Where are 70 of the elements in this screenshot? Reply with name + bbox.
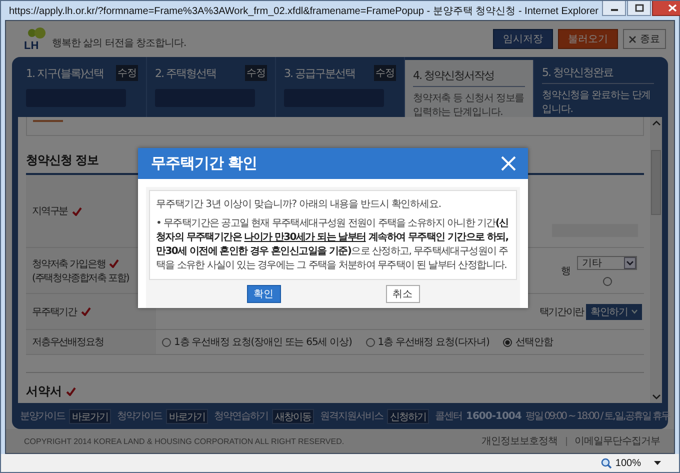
accent-line [33, 120, 63, 122]
question-text: 무주택기간 3년 이상이 맞습니까? 아래의 내용을 반드시 확인하세요. [156, 198, 442, 211]
footer-link[interactable]: 이메일무단수집거부 [574, 434, 660, 448]
confirm-dropdown-button[interactable]: 확인하기 [586, 304, 642, 320]
option-label: 1층 우선배정 요청(다자녀) [378, 336, 490, 349]
radio-button[interactable] [602, 276, 612, 286]
notice-paragraph: • 무주택기간은 공고일 현재 무주택세대구성원 전원이 주택을 소유하지 아니한 기간(신청자의 무주택기간은 나이가 만30세가 되는 날부터 계속하여 무주택인 기간으로 하되, 만30세 이전에 혼인한 경우 혼인신고일을 기준)으로 산정하고, 무주택세대구성원이 주택을 소유한 사실이 있는 경우에는 그 주택을 처분하여 무주택이 된 날부터 산정합니다. [156, 217, 510, 273]
footer-link-button[interactable]: 바로가기 [166, 408, 208, 424]
close-button[interactable] [652, 1, 680, 16]
caret-icon [631, 309, 638, 314]
step-tab[interactable]: 2. 주택형선택 [155, 66, 216, 80]
section-title: 서약서 [26, 383, 62, 400]
field-label: 지역구분 [32, 205, 68, 218]
footer-link[interactable]: 개인정보보호정책 [482, 434, 558, 448]
scroll-up-icon [652, 120, 660, 126]
close-icon [668, 4, 677, 12]
field-label: 저층우선배정요청 [32, 336, 104, 349]
edit-badge[interactable]: 수정 [244, 65, 267, 81]
logo-text: LH [24, 41, 39, 51]
step-description: 청약신청을 완료하는 단계입니다. [542, 89, 652, 117]
footer-label: 청약연습하기 [214, 410, 268, 423]
maximize-button[interactable] [627, 1, 652, 16]
step-tab[interactable]: 1. 지구(블록)선택 [26, 66, 104, 80]
zoom-control[interactable]: 100% [601, 458, 661, 468]
footer-link-button[interactable]: 바로가기 [69, 408, 111, 424]
save-button[interactable]: 임시저장 [493, 29, 553, 49]
footer-link-button[interactable]: 새창이동 [272, 408, 314, 424]
step-tab[interactable]: 3. 공급구분선택 [284, 66, 355, 80]
label-text: 행 [561, 264, 570, 278]
zoom-icon [601, 458, 612, 468]
copyright-text: COPYRIGHT 2014 KOREA LAND & HOUSING CORPORATION ALL RIGHT RESERVED. [24, 436, 344, 446]
caret-icon [654, 460, 661, 466]
step-tab[interactable]: 5. 청약신청완료 [542, 65, 613, 80]
phone-number: 1600-1004 [466, 410, 522, 422]
label-text: 택기간이란 [539, 306, 584, 318]
radio-button[interactable] [162, 338, 171, 346]
maximize-icon [634, 4, 644, 12]
close-icon [501, 156, 516, 171]
footer-link-button[interactable]: 신청하기 [387, 408, 429, 424]
cancel-button[interactable]: 취소 [386, 285, 420, 303]
field-label: 청약저축 가입은행 [32, 258, 106, 270]
edit-badge[interactable]: 수정 [116, 65, 138, 81]
minimize-button[interactable] [602, 1, 626, 16]
edit-badge[interactable]: 수정 [374, 65, 396, 81]
option-label: 1층 우선배정 요청(장애인 또는 65세 이상) [174, 336, 352, 349]
radio-button[interactable] [366, 338, 375, 346]
window-title: https://apply.lh.or.kr/?formname=Frame%3A%3AWork_frm_02.xfdl&framename=FramePopup - 분양주택 청약신청 - Internet Explorer [9, 4, 598, 18]
bank-dropdown[interactable]: 기타 [577, 256, 637, 270]
field-sublabel: (주택청약종합저축 포함) [32, 272, 130, 284]
dialog-title: 무주택기간 확인 [151, 154, 258, 173]
scroll-thumb[interactable] [651, 150, 661, 215]
call-center-label: 콜센터 [435, 410, 462, 423]
close-icon [629, 36, 636, 42]
step-tab[interactable]: 4. 청약신청서작성 [413, 68, 494, 83]
load-button[interactable]: 불러오기 [558, 29, 618, 49]
footer-label: 분양가이드 [20, 410, 65, 423]
ok-button[interactable]: 확인 [246, 285, 280, 303]
slogan-text: 행복한 삶의 터전을 창조합니다. [52, 37, 186, 50]
footer-label: 청약가이드 [117, 410, 162, 423]
option-label: 선택안함 [515, 336, 553, 349]
scroll-down-icon [652, 394, 660, 400]
dropdown-value: 기타 [582, 256, 602, 270]
step-description: 청약저축 등 신청서 정보를 입력하는 단계입니다. [413, 92, 525, 120]
zoom-level: 100% [615, 458, 641, 468]
radio-button[interactable] [503, 338, 512, 346]
exit-button[interactable]: 종료 [623, 29, 666, 49]
field-label: 무주택기간 [32, 306, 77, 318]
caret-icon [624, 256, 636, 268]
scrollbar[interactable] [650, 117, 662, 403]
footer-label: 원격지원서비스 [320, 410, 383, 423]
